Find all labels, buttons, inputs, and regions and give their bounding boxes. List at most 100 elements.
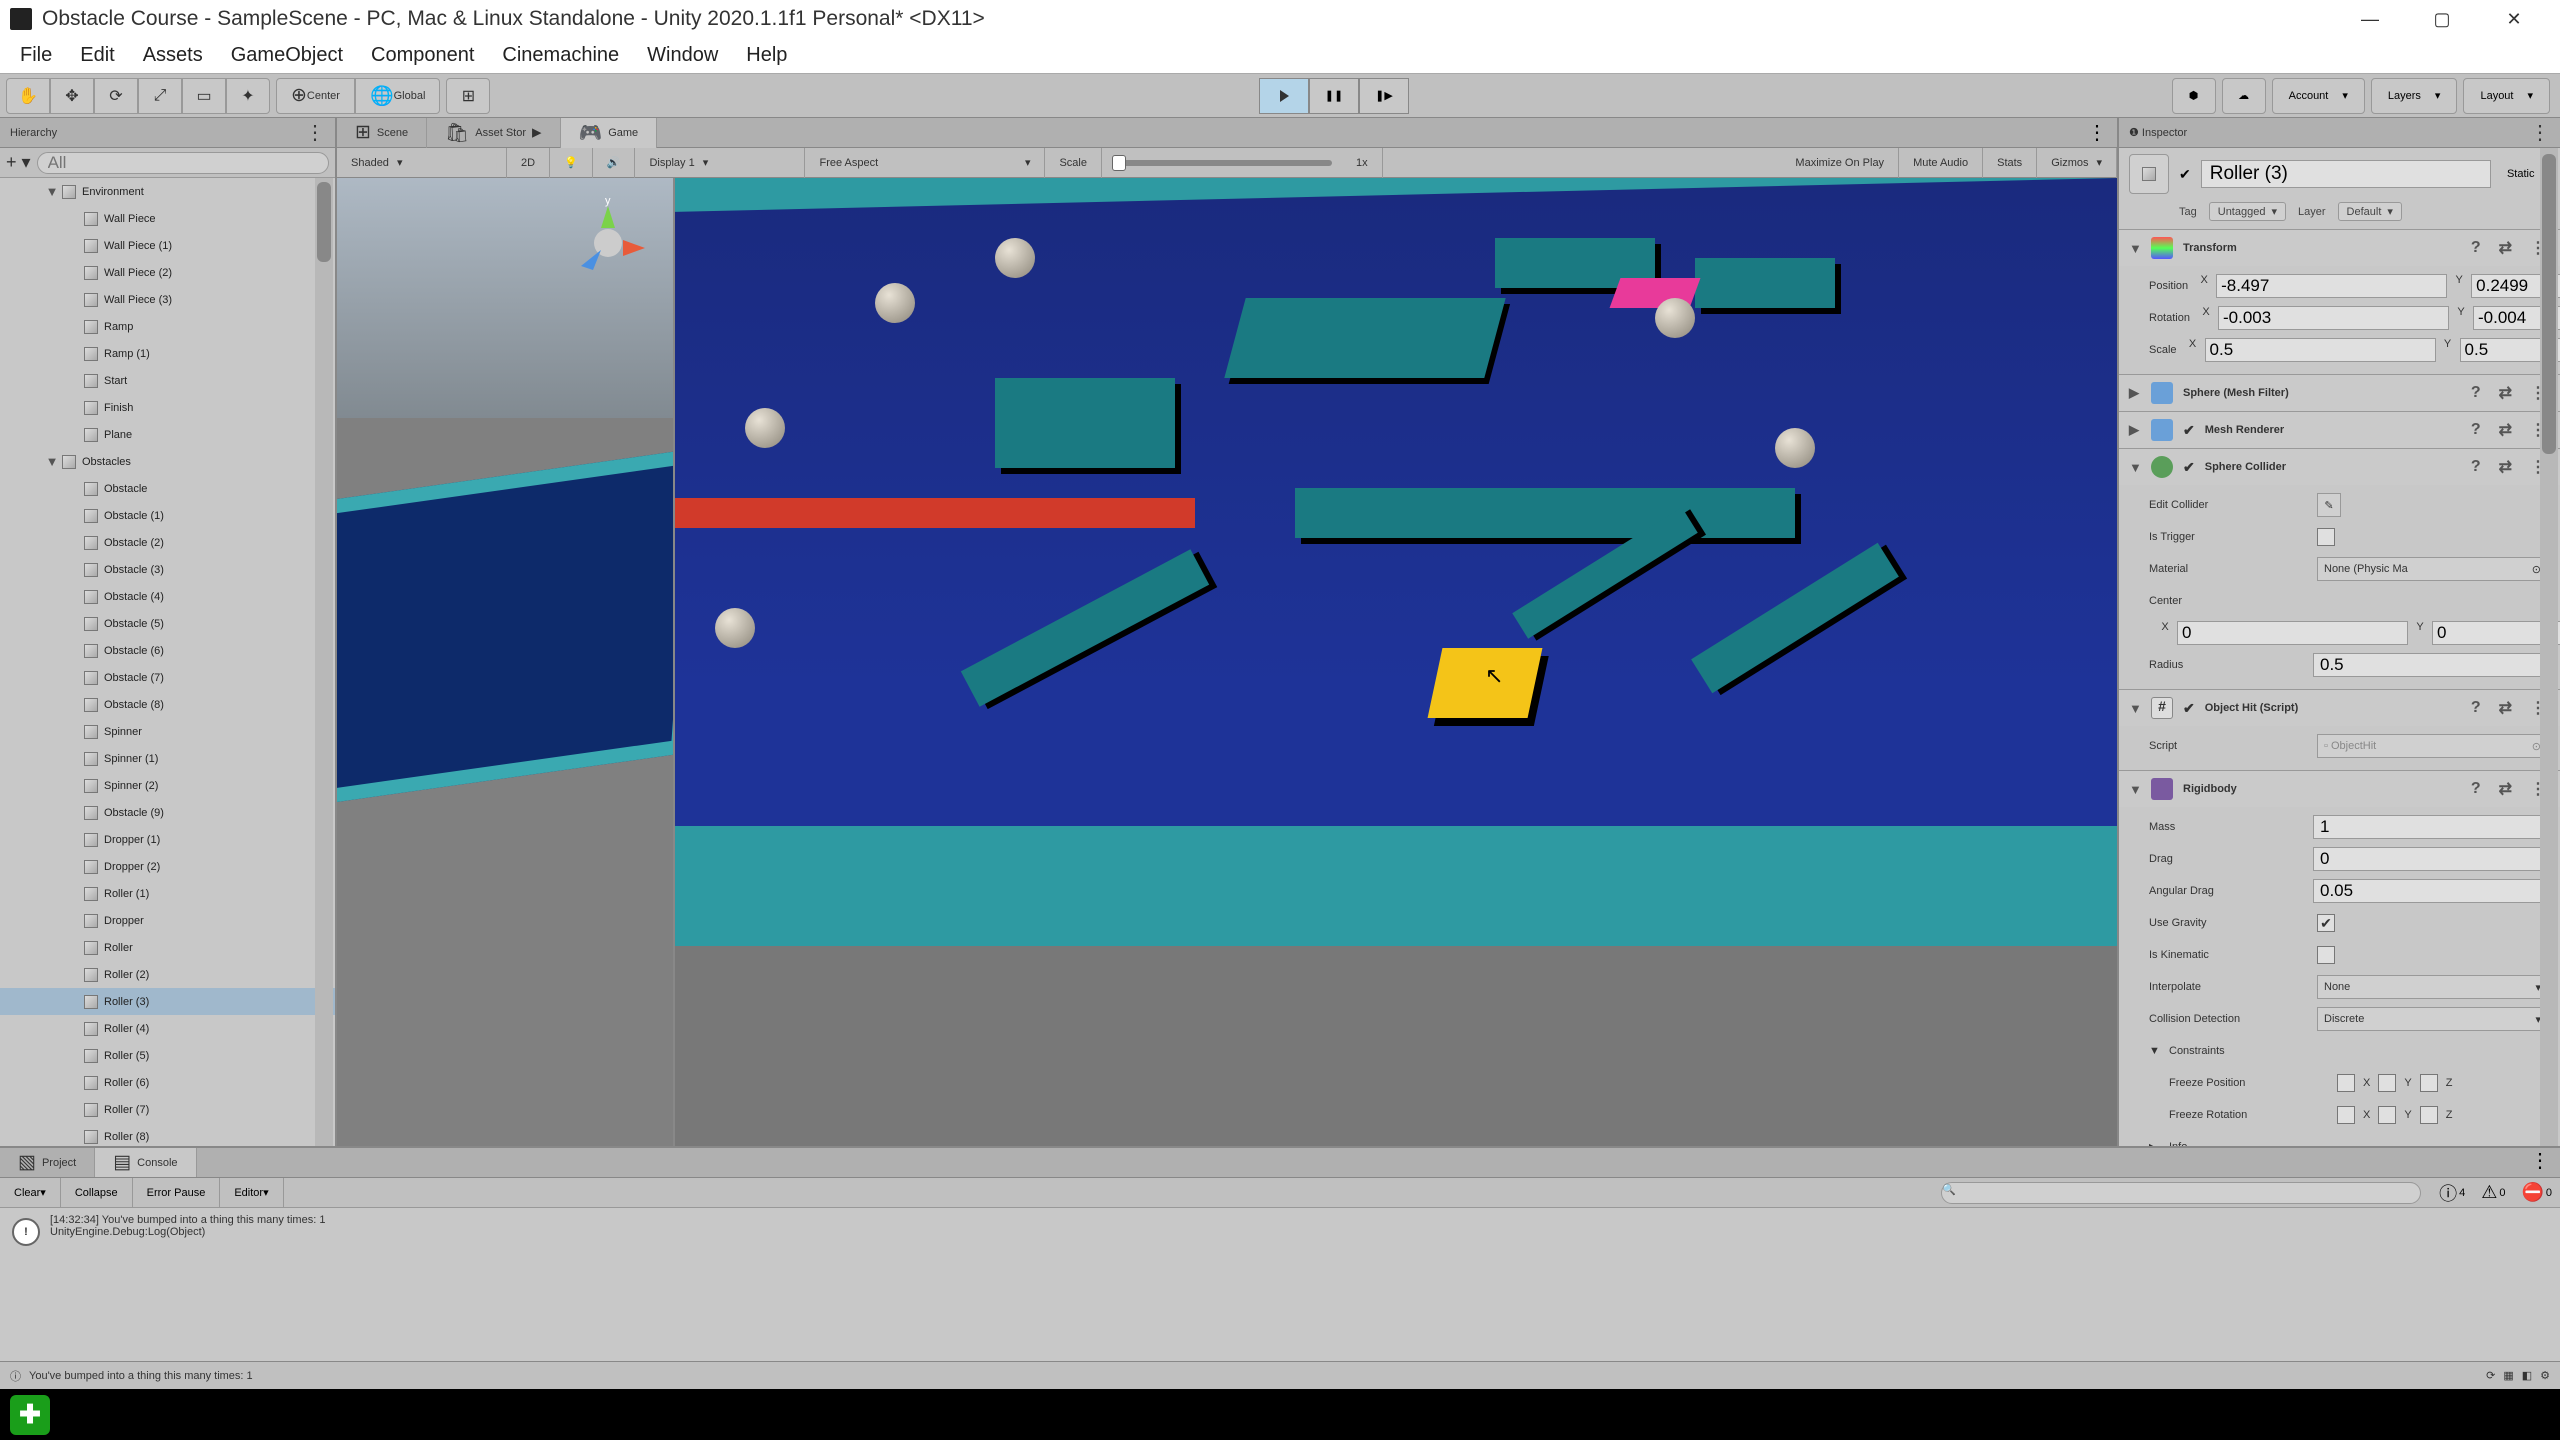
hierarchy-item[interactable]: Finish	[0, 394, 335, 421]
hierarchy-scrollbar[interactable]	[315, 178, 333, 1146]
inspector-scrollbar[interactable]	[2540, 148, 2558, 1146]
inspector-tab[interactable]: ❶ Inspector	[2129, 126, 2187, 139]
center-x-field[interactable]	[2177, 621, 2408, 645]
status-icon[interactable]: ⟳	[2486, 1369, 2495, 1382]
collapse-button[interactable]: Collapse	[61, 1178, 133, 1208]
hand-tool[interactable]: ✋	[6, 78, 50, 114]
status-icon[interactable]: ◧	[2522, 1369, 2532, 1382]
radius-field[interactable]	[2313, 653, 2548, 677]
bottom-options-icon[interactable]: ⋮	[2520, 1148, 2560, 1177]
hierarchy-item[interactable]: Wall Piece (2)	[0, 259, 335, 286]
freeze-pos-x-checkbox[interactable]	[2337, 1074, 2355, 1092]
hierarchy-item[interactable]: Dropper (2)	[0, 853, 335, 880]
hierarchy-item[interactable]: Obstacle (2)	[0, 529, 335, 556]
warn-count[interactable]: ⚠ 0	[2473, 1182, 2513, 1203]
hierarchy-item[interactable]: Obstacle (4)	[0, 583, 335, 610]
layers-dropdown[interactable]: Layers▾	[2371, 78, 2458, 114]
drag-field[interactable]	[2313, 847, 2548, 871]
mesh-renderer-enabled-checkbox[interactable]: ✔	[2183, 422, 2195, 439]
tab-project[interactable]: ▧ Project	[0, 1148, 95, 1177]
taskbar-app-icon[interactable]: ✚	[10, 1395, 50, 1435]
freeze-pos-z-checkbox[interactable]	[2420, 1074, 2438, 1092]
tab-scene[interactable]: ⊞ Scene	[337, 118, 427, 148]
cloud-button[interactable]: ☁	[2222, 78, 2266, 114]
freeze-rot-y-checkbox[interactable]	[2378, 1106, 2396, 1124]
hierarchy-item[interactable]: Obstacle (5)	[0, 610, 335, 637]
use-gravity-checkbox[interactable]: ✔	[2317, 914, 2335, 932]
hierarchy-item[interactable]: ▼Environment	[0, 178, 335, 205]
hierarchy-item[interactable]: Roller	[0, 934, 335, 961]
hierarchy-item[interactable]: Roller (7)	[0, 1096, 335, 1123]
menu-component[interactable]: Component	[357, 38, 488, 73]
mass-field[interactable]	[2313, 815, 2548, 839]
hierarchy-item[interactable]: Ramp	[0, 313, 335, 340]
play-button[interactable]	[1259, 78, 1309, 114]
orientation-gizmo-icon[interactable]: y	[563, 198, 653, 288]
menu-gameobject[interactable]: GameObject	[217, 38, 357, 73]
scale-tool[interactable]: ⤢	[138, 78, 182, 114]
scene-view[interactable]: y	[337, 178, 675, 1146]
hierarchy-item[interactable]: ▼Obstacles	[0, 448, 335, 475]
hierarchy-item[interactable]: Roller (1)	[0, 880, 335, 907]
inspector-options-icon[interactable]: ⋮	[2530, 120, 2550, 145]
rotate-tool[interactable]: ⟳	[94, 78, 138, 114]
gameobject-name-field[interactable]	[2201, 160, 2491, 188]
preset-icon[interactable]: ⇄	[2495, 238, 2516, 258]
maximize-on-play-toggle[interactable]: Maximize On Play	[1781, 148, 1899, 178]
scale-x-field[interactable]	[2205, 338, 2436, 362]
editor-dropdown[interactable]: Editor ▾	[220, 1178, 283, 1208]
angular-drag-field[interactable]	[2313, 879, 2548, 903]
maximize-button[interactable]: ▢	[2406, 0, 2478, 38]
physic-material-field[interactable]: None (Physic Ma⊙	[2317, 557, 2548, 581]
hierarchy-options-icon[interactable]: ⋮	[305, 120, 325, 145]
is-kinematic-checkbox[interactable]	[2317, 946, 2335, 964]
freeze-rot-z-checkbox[interactable]	[2420, 1106, 2438, 1124]
gameobject-icon[interactable]	[2129, 154, 2169, 194]
2d-toggle[interactable]: 2D	[507, 148, 550, 178]
hierarchy-item[interactable]: Spinner	[0, 718, 335, 745]
tab-game[interactable]: 🎮 Game	[561, 118, 658, 148]
gizmos-dropdown[interactable]: Gizmos ▾	[2037, 148, 2117, 178]
shading-mode-dropdown[interactable]: Shaded▾	[337, 148, 507, 178]
audio-toggle[interactable]: 🔊	[593, 148, 636, 178]
tab-console[interactable]: ▤ Console	[95, 1148, 196, 1177]
menu-window[interactable]: Window	[633, 38, 732, 73]
scale-slider[interactable]	[1112, 160, 1332, 166]
hierarchy-search-input[interactable]	[37, 152, 329, 174]
center-options-icon[interactable]: ⋮	[2077, 120, 2117, 145]
freeze-pos-y-checkbox[interactable]	[2378, 1074, 2396, 1092]
hierarchy-item[interactable]: Roller (4)	[0, 1015, 335, 1042]
rotation-x-field[interactable]	[2218, 306, 2449, 330]
hierarchy-item[interactable]: Spinner (1)	[0, 745, 335, 772]
hierarchy-item[interactable]: Roller (2)	[0, 961, 335, 988]
hierarchy-item[interactable]: Spinner (2)	[0, 772, 335, 799]
hierarchy-item[interactable]: Roller (5)	[0, 1042, 335, 1069]
game-view[interactable]: ↖	[675, 178, 2117, 1146]
tag-dropdown[interactable]: Untagged▾	[2209, 202, 2286, 221]
pivot-center-toggle[interactable]: ⊕ Center	[276, 78, 355, 114]
freeze-rot-x-checkbox[interactable]	[2337, 1106, 2355, 1124]
local-global-toggle[interactable]: 🌐 Global	[355, 78, 440, 114]
create-button[interactable]: + ▾	[6, 152, 31, 173]
hierarchy-item[interactable]: Obstacle (1)	[0, 502, 335, 529]
sphere-collider-enabled-checkbox[interactable]: ✔	[2183, 459, 2195, 476]
hierarchy-item[interactable]: Wall Piece (3)	[0, 286, 335, 313]
hierarchy-item[interactable]: Wall Piece	[0, 205, 335, 232]
help-icon[interactable]: ?	[2467, 239, 2485, 257]
tab-asset-store[interactable]: 🛍 Asset Stor ▸	[427, 118, 560, 148]
hierarchy-item[interactable]: Roller (8)	[0, 1123, 335, 1146]
hierarchy-item[interactable]: Wall Piece (1)	[0, 232, 335, 259]
hierarchy-item[interactable]: Plane	[0, 421, 335, 448]
menu-edit[interactable]: Edit	[66, 38, 128, 73]
menu-file[interactable]: File	[6, 38, 66, 73]
position-x-field[interactable]	[2216, 274, 2447, 298]
collab-button[interactable]: ⬢	[2172, 78, 2216, 114]
is-trigger-checkbox[interactable]	[2317, 528, 2335, 546]
object-hit-enabled-checkbox[interactable]: ✔	[2183, 700, 2195, 717]
status-icon[interactable]: ▦	[2503, 1369, 2513, 1382]
minimize-button[interactable]: —	[2334, 0, 2406, 38]
error-count[interactable]: ⛔ 0	[2513, 1182, 2560, 1203]
hierarchy-item[interactable]: Dropper (1)	[0, 826, 335, 853]
error-pause-button[interactable]: Error Pause	[133, 1178, 221, 1208]
display-dropdown[interactable]: Display 1 ▾	[635, 148, 805, 178]
